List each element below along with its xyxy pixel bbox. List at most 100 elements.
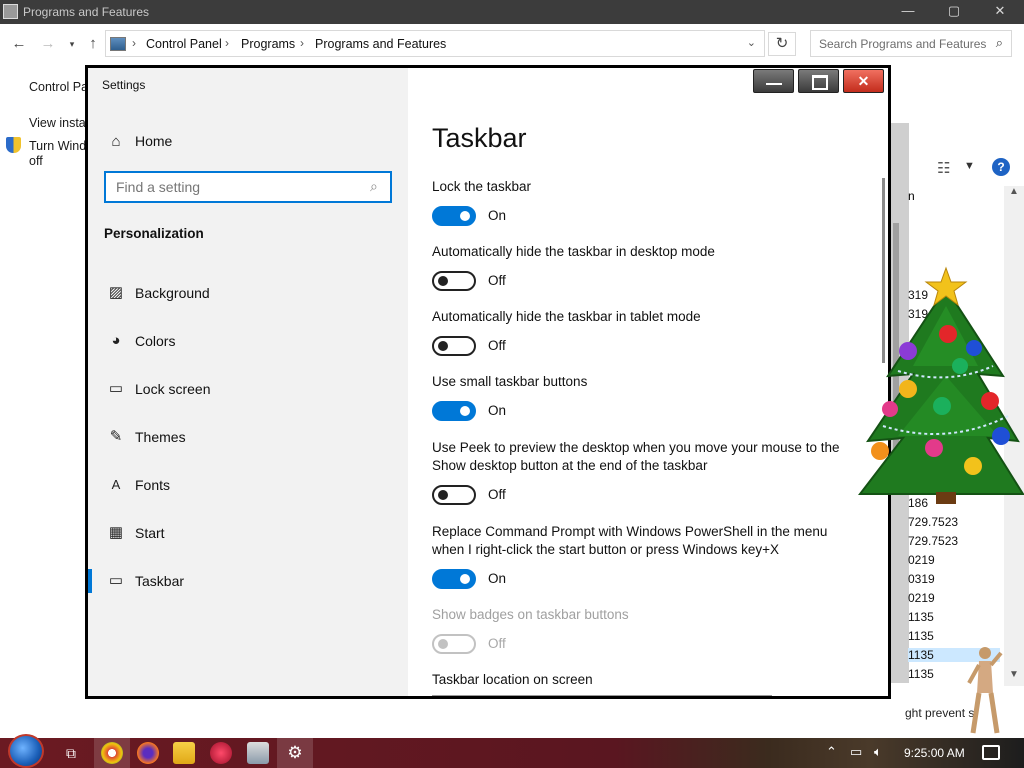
- sidebar-item-fonts[interactable]: A Fonts: [88, 465, 408, 505]
- view-details-icon[interactable]: ☷: [937, 159, 950, 177]
- toggle-state-text: Off: [488, 338, 506, 353]
- table-cell-version[interactable]: 1135: [908, 667, 934, 681]
- minimize-button[interactable]: [753, 69, 794, 93]
- file-explorer-icon[interactable]: [173, 742, 195, 764]
- lock-taskbar-toggle[interactable]: [432, 206, 476, 226]
- turn-windows-features-link-2[interactable]: off: [29, 154, 43, 168]
- view-installed-updates-link[interactable]: View instal: [29, 116, 89, 130]
- chevron-down-icon[interactable]: ▼: [964, 160, 975, 172]
- powershell-toggle[interactable]: [432, 569, 476, 589]
- control-panel-taskbar-icon[interactable]: [247, 742, 269, 764]
- scroll-down-icon[interactable]: ▼: [1009, 669, 1019, 680]
- action-center-icon[interactable]: [982, 745, 1000, 760]
- chevron-right-icon: ›: [132, 36, 136, 50]
- turn-windows-features-link[interactable]: Turn Wind: [29, 139, 86, 153]
- toggle-state-text: On: [488, 571, 507, 586]
- breadcrumb-programs[interactable]: Programs: [241, 37, 295, 51]
- toggle-state-text: Off: [488, 487, 506, 502]
- sidebar-item-background[interactable]: ▨ Background: [88, 273, 408, 313]
- chrome-icon[interactable]: [101, 742, 123, 764]
- sidebar-item-home[interactable]: ⌂ Home: [88, 126, 408, 158]
- bg-maximize-button[interactable]: ▢: [942, 2, 966, 20]
- sidebar-item-label: Themes: [135, 429, 186, 445]
- app-icon[interactable]: [210, 742, 232, 764]
- small-buttons-toggle[interactable]: [432, 401, 476, 421]
- sidebar-item-themes[interactable]: ✎ Themes: [88, 417, 408, 457]
- autohide-tablet-toggle[interactable]: [432, 336, 476, 356]
- column-header-version[interactable]: n: [908, 189, 915, 203]
- forward-arrow-icon[interactable]: →: [38, 34, 58, 54]
- recent-dropdown-icon[interactable]: ▾: [62, 34, 82, 54]
- bg-minimize-button[interactable]: —: [896, 2, 920, 20]
- table-cell-version[interactable]: 1135: [908, 610, 934, 624]
- task-view-icon[interactable]: ⧉: [60, 742, 82, 764]
- settings-gear-icon[interactable]: ⚙: [284, 742, 306, 764]
- programs-search-placeholder: Search Programs and Features: [819, 37, 987, 51]
- sidebar-item-label: Colors: [135, 333, 176, 349]
- network-icon[interactable]: ▭: [850, 744, 862, 760]
- scroll-up-icon[interactable]: ▲: [1009, 186, 1019, 197]
- setting-badges-label: Show badges on taskbar buttons: [432, 607, 629, 622]
- programs-search-input[interactable]: Search Programs and Features ⌕: [810, 30, 1012, 57]
- firefox-icon[interactable]: [137, 742, 159, 764]
- start-button[interactable]: [8, 734, 44, 768]
- back-arrow-icon[interactable]: ←: [9, 34, 29, 54]
- taskbar-location-dropdown[interactable]: [432, 695, 772, 696]
- toggle-state-text: Off: [488, 273, 506, 288]
- bg-status-text: ght prevent s: [905, 706, 975, 720]
- table-cell-version[interactable]: 729.7523: [908, 515, 958, 529]
- lock-screen-icon: ▭: [108, 380, 124, 397]
- bg-view-toolbar: ☷ ▼ ?: [934, 158, 1024, 180]
- toggle-state-text: Off: [488, 636, 506, 651]
- breadcrumb-programs-and-features[interactable]: Programs and Features: [315, 37, 446, 51]
- show-hidden-icons-icon[interactable]: ⌃: [826, 744, 837, 760]
- search-icon[interactable]: ⌕: [370, 178, 378, 195]
- sidebar-item-start[interactable]: ▦ Start: [88, 513, 408, 553]
- setting-autohide-tablet-label: Automatically hide the taskbar in tablet…: [432, 309, 701, 324]
- control-panel-home-link[interactable]: Control Pa: [29, 80, 88, 94]
- page-title: Taskbar: [432, 123, 527, 153]
- image-icon: ▨: [108, 284, 124, 301]
- taskbar-clock[interactable]: 9:25:00 AM: [904, 746, 965, 760]
- sidebar-item-lock-screen[interactable]: ▭ Lock screen: [88, 369, 408, 409]
- sidebar-item-label: Fonts: [135, 477, 171, 493]
- maximize-button[interactable]: [798, 69, 839, 93]
- programs-app-icon: [3, 4, 18, 19]
- bg-close-button[interactable]: ✕: [988, 2, 1012, 20]
- home-icon: ⌂: [111, 133, 121, 150]
- close-button[interactable]: ✕: [843, 69, 884, 93]
- palette-icon: ◕: [111, 332, 121, 349]
- chevron-down-icon[interactable]: ⌄: [747, 36, 756, 49]
- sidebar-item-colors[interactable]: ◕ Colors: [88, 321, 408, 361]
- autohide-desktop-toggle[interactable]: [432, 271, 476, 291]
- table-cell-version[interactable]: 1135: [908, 629, 934, 643]
- toggle-state-text: On: [488, 403, 507, 418]
- breadcrumb-control-panel[interactable]: Control Panel: [146, 37, 222, 51]
- christmas-tree-decoration: [858, 266, 1024, 504]
- up-arrow-icon[interactable]: ↑: [83, 34, 103, 54]
- volume-icon[interactable]: 🔈︎: [874, 744, 882, 760]
- sidebar-item-taskbar[interactable]: ▭ Taskbar: [88, 561, 408, 601]
- refresh-icon[interactable]: ↻: [768, 32, 796, 56]
- sidebar-item-label: Lock screen: [135, 381, 211, 397]
- window-controls: ✕: [753, 69, 885, 93]
- help-icon[interactable]: ?: [992, 158, 1010, 176]
- setting-autohide-desktop-label: Automatically hide the taskbar in deskto…: [432, 244, 715, 259]
- toggle-state-text: On: [488, 208, 507, 223]
- font-icon: A: [111, 477, 121, 492]
- address-bar[interactable]: › Control Panel › Programs › Programs an…: [105, 30, 765, 57]
- peek-toggle[interactable]: [432, 485, 476, 505]
- start-tiles-icon: ▦: [108, 524, 124, 541]
- chevron-right-icon: ›: [225, 36, 229, 50]
- control-panel-icon: [110, 37, 126, 51]
- setting-small-buttons-label: Use small taskbar buttons: [432, 374, 588, 389]
- table-cell-version[interactable]: 729.7523: [908, 534, 958, 548]
- table-cell-version[interactable]: 0319: [908, 572, 935, 586]
- find-setting-input[interactable]: [104, 171, 392, 203]
- setting-location-label: Taskbar location on screen: [432, 672, 593, 687]
- chevron-right-icon: ›: [300, 36, 304, 50]
- table-cell-version[interactable]: 0219: [908, 553, 935, 567]
- shield-icon: [6, 137, 21, 153]
- table-cell-version[interactable]: 0219: [908, 591, 935, 605]
- dancing-figure-decoration: [967, 647, 1003, 734]
